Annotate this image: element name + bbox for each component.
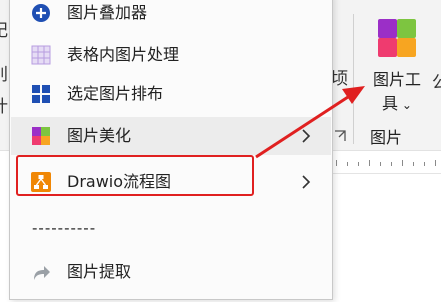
menu-item-table-image[interactable]: 表格内图片处理 — [11, 36, 331, 74]
group-separator — [353, 14, 354, 144]
clipped-text-3: 计 — [0, 92, 8, 117]
menu-item-label: 表格内图片处理 — [67, 45, 180, 64]
menu-item-label: 图片提取 — [67, 262, 132, 281]
menu-item-label: 选定图片排布 — [67, 84, 164, 103]
image-tools-label-line2: 具 — [382, 94, 399, 113]
menu-item-image-beautify[interactable]: 图片美化 — [11, 117, 331, 155]
menu-item-image-overlay[interactable]: 图片叠加器 — [11, 0, 331, 32]
share-arrow-icon — [34, 266, 50, 280]
clipped-text-5: 公 — [432, 73, 441, 93]
table-grid-icon — [31, 45, 51, 65]
context-menu: 图片叠加器 表格内图片处理 选定图片排布 图片美化 Drawio流程图 ----… — [9, 0, 333, 300]
image-tools-icon[interactable] — [378, 19, 416, 57]
image-tools-label-line1: 图片工 — [372, 70, 421, 89]
clipped-text-4: 顷 — [331, 69, 348, 89]
dialog-launcher-icon[interactable] — [334, 130, 346, 142]
menu-item-label: 图片美化 — [67, 126, 132, 145]
clipped-text-2: 别 — [0, 60, 8, 85]
menu-separator: ---------- — [32, 219, 97, 237]
chevron-right-icon — [302, 175, 311, 189]
color-blocks-icon — [32, 127, 50, 145]
menu-item-label: 图片叠加器 — [67, 3, 148, 22]
group-label-images: 图片 — [370, 128, 403, 147]
menu-item-arrange-images[interactable]: 选定图片排布 — [11, 75, 331, 113]
menu-item-extract-images[interactable]: 图片提取 — [11, 253, 331, 291]
chevron-right-icon — [302, 129, 311, 143]
image-tools-button[interactable]: 图片工 具 ⌄ — [362, 68, 432, 117]
chevron-down-icon: ⌄ — [398, 98, 412, 112]
highlight-box — [16, 155, 254, 196]
ruler — [330, 151, 441, 174]
plus-circle-icon — [32, 4, 50, 22]
clipped-text-1: 纪 — [0, 16, 8, 41]
layout-grid-icon — [32, 85, 50, 103]
